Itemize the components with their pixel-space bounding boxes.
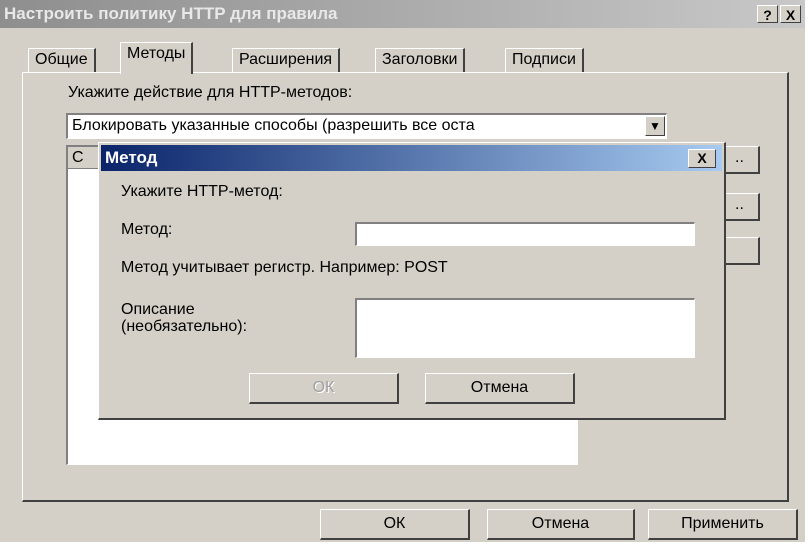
cancel-button[interactable]: Отмена: [487, 509, 635, 540]
help-button[interactable]: ?: [757, 5, 778, 23]
remove-method-button[interactable]: [720, 237, 760, 265]
dialog-title: Метод: [105, 148, 158, 167]
ok-button[interactable]: ОК: [320, 509, 470, 540]
window-close-button[interactable]: X: [780, 5, 801, 23]
chevron-down-icon[interactable]: ▼: [645, 116, 665, 136]
tab-general[interactable]: Общие: [28, 48, 96, 72]
method-input[interactable]: [355, 222, 695, 246]
description-label-line1: Описание: [121, 301, 195, 318]
dialog-close-button[interactable]: X: [688, 149, 716, 168]
policy-window: Настроить политику HTTP для правила ? X …: [0, 0, 805, 542]
method-label: Метод:: [121, 221, 173, 238]
action-select[interactable]: Блокировать указанные способы (разрешить…: [66, 113, 667, 139]
action-prompt-label: Укажите действие для HTTP-методов:: [68, 84, 353, 101]
methods-list-header-label: С: [72, 149, 84, 166]
dialog-ok-button[interactable]: ОК: [249, 373, 399, 404]
dialog-cancel-button[interactable]: Отмена: [425, 373, 575, 404]
dialog-prompt: Укажите HTTP-метод:: [121, 183, 283, 200]
tab-methods[interactable]: Методы: [120, 42, 194, 74]
edit-method-button[interactable]: ..: [720, 193, 760, 221]
description-label-line2: (необязательно):: [121, 318, 248, 335]
window-title: Настроить политику HTTP для правила: [4, 4, 338, 23]
apply-button[interactable]: Применить: [648, 509, 798, 540]
add-method-button[interactable]: ..: [720, 146, 760, 174]
description-label: Описание (необязательно):: [121, 301, 247, 335]
tab-headers[interactable]: Заголовки: [375, 48, 466, 72]
window-titlebar[interactable]: Настроить политику HTTP для правила ? X: [0, 0, 805, 28]
description-textarea[interactable]: [355, 298, 695, 358]
tab-extensions[interactable]: Расширения: [232, 48, 341, 72]
method-dialog: Метод X Укажите HTTP-метод: Метод: Метод…: [98, 142, 726, 420]
dialog-titlebar[interactable]: Метод X: [101, 145, 722, 171]
action-select-value: Блокировать указанные способы (разрешить…: [72, 117, 475, 134]
tab-signatures[interactable]: Подписи: [505, 48, 584, 72]
method-hint: Метод учитывает регистр. Например: POST: [121, 259, 448, 276]
